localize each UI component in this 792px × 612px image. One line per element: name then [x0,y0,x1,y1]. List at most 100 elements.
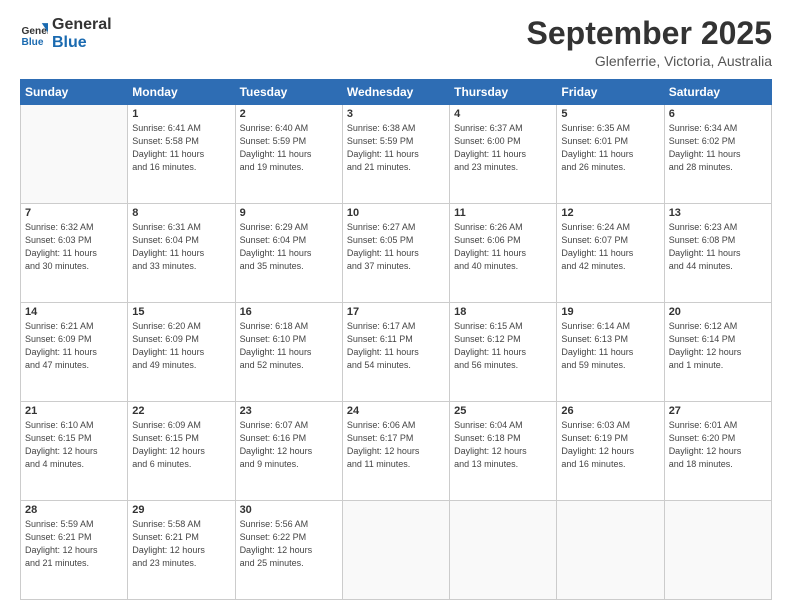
calendar-cell: 17Sunrise: 6:17 AM Sunset: 6:11 PM Dayli… [342,303,449,402]
day-number: 6 [669,108,767,120]
calendar-cell: 26 Sunrise: 6:03 AM Sunset: 6:19 PM Dayli… [557,402,664,501]
calendar-cell: 23 Sunrise: 6:07 AM Sunset: 6:16 PM Dayli… [235,402,342,501]
calendar-cell: 2 Sunrise: 6:40 AM Sunset: 5:59 PM Daylig… [235,105,342,204]
day-number: 26 [561,405,659,417]
calendar-cell: 21 Sunrise: 6:10 AM Sunset: 6:15 PM Dayli… [21,402,128,501]
calendar-cell: 3Sunrise: 6:38 AM Sunset: 5:59 PM Daylig… [342,105,449,204]
calendar-week-row: 14Sunrise: 6:21 AM Sunset: 6:09 PM Dayli… [21,303,772,402]
calendar-cell: 20 Sunrise: 6:12 AM Sunset: 6:14 PM Dayli… [664,303,771,402]
day-number: 5 [561,108,659,120]
day-info: Sunrise: 6:24 AM Sunset: 6:07 PM Dayligh… [561,221,659,273]
calendar-cell: 15 Sunrise: 6:20 AM Sunset: 6:09 PM Dayli… [128,303,235,402]
calendar-cell: 16 Sunrise: 6:18 AM Sunset: 6:10 PM Dayli… [235,303,342,402]
day-number: 13 [669,207,767,219]
day-number: 15 [132,306,230,318]
day-info: Sunrise: 6:41 AM Sunset: 5:58 PM Dayligh… [132,122,230,174]
day-info: Sunrise: 6:21 AM Sunset: 6:09 PM Dayligh… [25,320,123,372]
day-number: 7 [25,207,123,219]
day-number: 29 [132,504,230,516]
calendar-cell: 18Sunrise: 6:15 AM Sunset: 6:12 PM Dayli… [450,303,557,402]
day-info: Sunrise: 6:15 AM Sunset: 6:12 PM Dayligh… [454,320,552,372]
day-number: 28 [25,504,123,516]
day-number: 16 [240,306,338,318]
calendar-cell: 1 Sunrise: 6:41 AM Sunset: 5:58 PM Daylig… [128,105,235,204]
calendar-cell [450,501,557,600]
day-number: 19 [561,306,659,318]
calendar-cell: 19 Sunrise: 6:14 AM Sunset: 6:13 PM Dayli… [557,303,664,402]
col-sunday: Sunday [21,80,128,105]
day-info: Sunrise: 6:35 AM Sunset: 6:01 PM Dayligh… [561,122,659,174]
day-info: Sunrise: 6:26 AM Sunset: 6:06 PM Dayligh… [454,221,552,273]
calendar-cell: 14Sunrise: 6:21 AM Sunset: 6:09 PM Dayli… [21,303,128,402]
day-number: 8 [132,207,230,219]
day-info: Sunrise: 6:20 AM Sunset: 6:09 PM Dayligh… [132,320,230,372]
calendar-week-row: 28 Sunrise: 5:59 AM Sunset: 6:21 PM Dayli… [21,501,772,600]
day-info: Sunrise: 6:06 AM Sunset: 6:17 PM Dayligh… [347,419,445,471]
title-block: September 2025 Glenferrie, Victoria, Aus… [527,16,772,69]
day-info: Sunrise: 5:56 AM Sunset: 6:22 PM Dayligh… [240,518,338,570]
day-number: 3 [347,108,445,120]
col-thursday: Thursday [450,80,557,105]
calendar-cell: 27Sunrise: 6:01 AM Sunset: 6:20 PM Dayli… [664,402,771,501]
calendar-cell: 24 Sunrise: 6:06 AM Sunset: 6:17 PM Dayli… [342,402,449,501]
day-number: 20 [669,306,767,318]
calendar-cell: 30 Sunrise: 5:56 AM Sunset: 6:22 PM Dayli… [235,501,342,600]
day-number: 22 [132,405,230,417]
day-number: 25 [454,405,552,417]
day-info: Sunrise: 6:31 AM Sunset: 6:04 PM Dayligh… [132,221,230,273]
day-info: Sunrise: 6:34 AM Sunset: 6:02 PM Dayligh… [669,122,767,174]
svg-text:Blue: Blue [22,36,44,47]
location: Glenferrie, Victoria, Australia [527,53,772,69]
logo-general: General [52,16,112,34]
day-info: Sunrise: 6:10 AM Sunset: 6:15 PM Dayligh… [25,419,123,471]
day-info: Sunrise: 6:12 AM Sunset: 6:14 PM Dayligh… [669,320,767,372]
day-number: 23 [240,405,338,417]
day-number: 30 [240,504,338,516]
col-wednesday: Wednesday [342,80,449,105]
calendar-cell: 29 Sunrise: 5:58 AM Sunset: 6:21 PM Dayli… [128,501,235,600]
col-tuesday: Tuesday [235,80,342,105]
day-number: 2 [240,108,338,120]
col-monday: Monday [128,80,235,105]
month-title: September 2025 [527,16,772,51]
day-info: Sunrise: 6:17 AM Sunset: 6:11 PM Dayligh… [347,320,445,372]
day-info: Sunrise: 5:59 AM Sunset: 6:21 PM Dayligh… [25,518,123,570]
calendar-cell: 7Sunrise: 6:32 AM Sunset: 6:03 PM Daylig… [21,204,128,303]
calendar-cell [664,501,771,600]
day-info: Sunrise: 6:23 AM Sunset: 6:08 PM Dayligh… [669,221,767,273]
calendar-cell: 11 Sunrise: 6:26 AM Sunset: 6:06 PM Dayli… [450,204,557,303]
day-number: 4 [454,108,552,120]
col-saturday: Saturday [664,80,771,105]
day-number: 21 [25,405,123,417]
calendar-week-row: 21 Sunrise: 6:10 AM Sunset: 6:15 PM Dayli… [21,402,772,501]
calendar-cell: 22Sunrise: 6:09 AM Sunset: 6:15 PM Dayli… [128,402,235,501]
day-number: 10 [347,207,445,219]
calendar-cell: 25 Sunrise: 6:04 AM Sunset: 6:18 PM Dayli… [450,402,557,501]
calendar-table: Sunday Monday Tuesday Wednesday Thursday… [20,79,772,600]
day-info: Sunrise: 5:58 AM Sunset: 6:21 PM Dayligh… [132,518,230,570]
header: General Blue General Blue September 2025… [20,16,772,69]
col-friday: Friday [557,80,664,105]
svg-text:General: General [22,26,48,37]
calendar-week-row: 7Sunrise: 6:32 AM Sunset: 6:03 PM Daylig… [21,204,772,303]
calendar-cell: 6 Sunrise: 6:34 AM Sunset: 6:02 PM Daylig… [664,105,771,204]
day-number: 24 [347,405,445,417]
day-info: Sunrise: 6:14 AM Sunset: 6:13 PM Dayligh… [561,320,659,372]
day-number: 27 [669,405,767,417]
day-number: 11 [454,207,552,219]
day-info: Sunrise: 6:37 AM Sunset: 6:00 PM Dayligh… [454,122,552,174]
day-number: 1 [132,108,230,120]
day-info: Sunrise: 6:04 AM Sunset: 6:18 PM Dayligh… [454,419,552,471]
day-info: Sunrise: 6:07 AM Sunset: 6:16 PM Dayligh… [240,419,338,471]
calendar-cell [342,501,449,600]
calendar-cell: 13 Sunrise: 6:23 AM Sunset: 6:08 PM Dayli… [664,204,771,303]
calendar-cell [21,105,128,204]
calendar-cell [557,501,664,600]
day-info: Sunrise: 6:40 AM Sunset: 5:59 PM Dayligh… [240,122,338,174]
calendar-cell: 10Sunrise: 6:27 AM Sunset: 6:05 PM Dayli… [342,204,449,303]
day-info: Sunrise: 6:18 AM Sunset: 6:10 PM Dayligh… [240,320,338,372]
logo-icon: General Blue [20,20,48,48]
day-number: 9 [240,207,338,219]
day-info: Sunrise: 6:03 AM Sunset: 6:19 PM Dayligh… [561,419,659,471]
logo-blue: Blue [52,34,112,52]
